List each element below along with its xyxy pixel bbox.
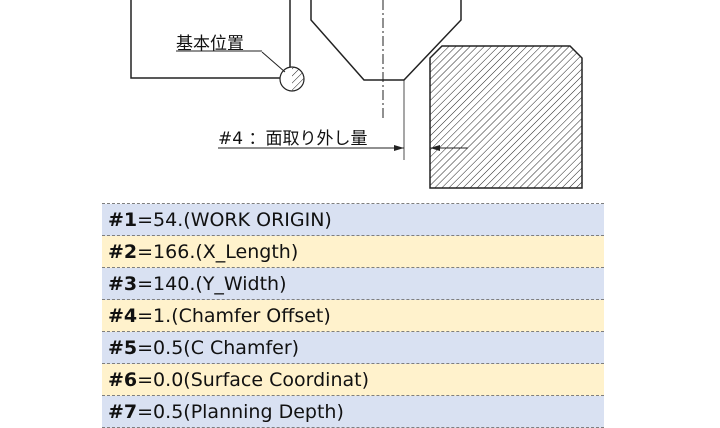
parameter-value: =0.5(Planning Depth) [137,401,344,423]
parameter-row: #3=140.(Y_Width) [102,268,604,300]
parameter-table: #1=54.(WORK ORIGIN) #2=166.(X_Length) #3… [102,203,604,428]
parameter-value: =0.0(Surface Coordinat) [137,369,369,391]
parameter-row: #5=0.5(C Chamfer) [102,332,604,364]
parameter-variable: #5 [108,337,138,359]
parameter-row: #1=54.(WORK ORIGIN) [102,204,604,236]
parameter-value: =54.(WORK ORIGIN) [137,209,332,231]
parameter-variable: #7 [108,401,138,423]
parameter-row: #6=0.0(Surface Coordinat) [102,364,604,396]
origin-leader [261,51,286,73]
parameter-value: =166.(X_Length) [137,241,299,263]
parameter-row: #7=0.5(Planning Depth) [102,396,604,428]
parameter-variable: #2 [108,241,138,263]
parameter-variable: #4 [108,305,138,327]
chamfer-diagram [130,0,583,189]
dimension-arrow-left [394,145,404,151]
parameter-value: =140.(Y_Width) [137,273,287,295]
parameter-value: =1.(Chamfer Offset) [137,305,331,327]
chamfer-offset-label: #4 ：面取り外し量 [218,129,368,149]
workpiece [429,45,583,189]
parameter-value: =0.5(C Chamfer) [137,337,300,359]
parameter-variable: #1 [108,209,138,231]
parameter-variable: #3 [108,273,138,295]
parameter-row: #2=166.(X_Length) [102,236,604,268]
origin-label: 基本位置 [176,34,244,54]
parameter-variable: #6 [108,369,138,391]
parameter-row: #4=1.(Chamfer Offset) [102,300,604,332]
origin-circle-hatch [292,67,304,91]
